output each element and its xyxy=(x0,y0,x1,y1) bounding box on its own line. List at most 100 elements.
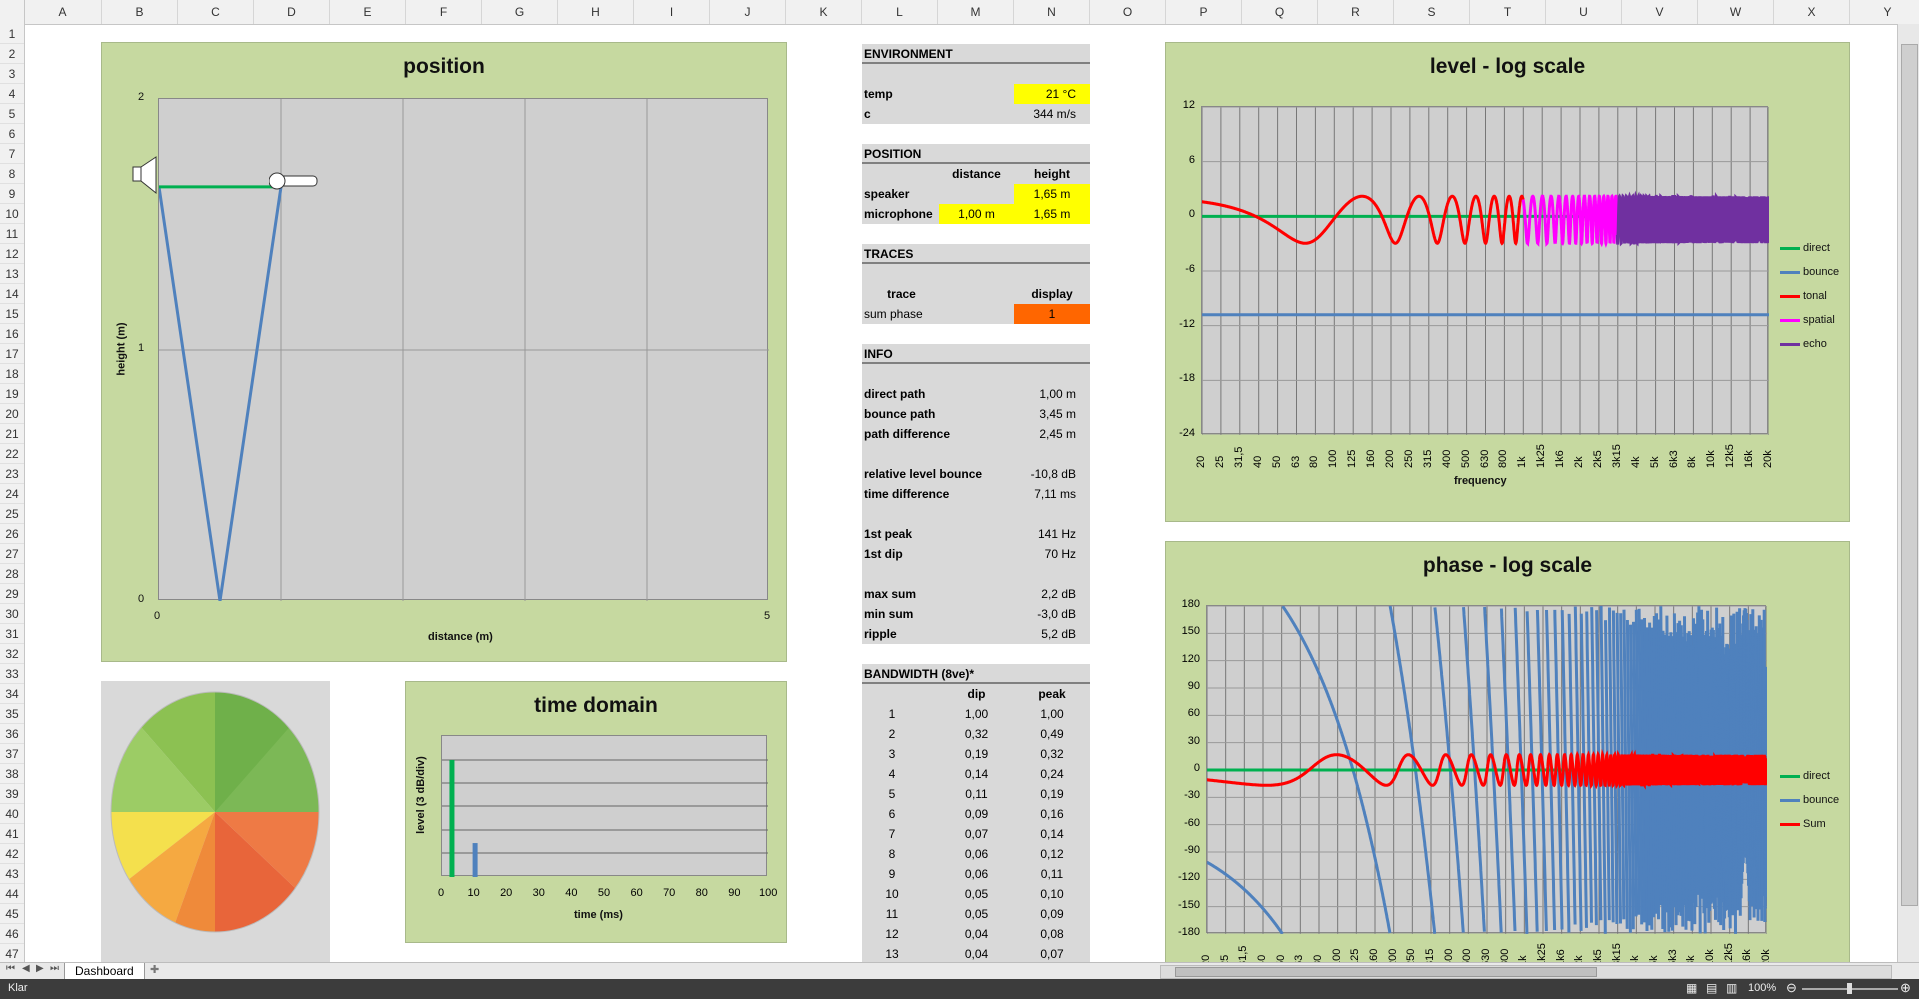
column-header[interactable]: I xyxy=(634,0,710,24)
column-header[interactable]: F xyxy=(406,0,482,24)
column-header[interactable]: W xyxy=(1698,0,1774,24)
column-header[interactable]: K xyxy=(786,0,862,24)
row-header[interactable]: 11 xyxy=(0,224,24,244)
mic-height-input[interactable]: 1,65 m xyxy=(1014,204,1090,224)
prev-sheet-icon[interactable]: ◀ xyxy=(22,963,30,974)
row-header[interactable]: 12 xyxy=(0,244,24,264)
row-header[interactable]: 30 xyxy=(0,604,24,624)
column-header[interactable]: L xyxy=(862,0,938,24)
mic-distance-input[interactable]: 1,00 m xyxy=(939,204,1014,224)
zoom-level[interactable]: 100% xyxy=(1748,982,1776,994)
vertical-scrollbar[interactable] xyxy=(1897,24,1919,962)
row-header[interactable]: 35 xyxy=(0,704,24,724)
column-header[interactable]: E xyxy=(330,0,406,24)
row-header[interactable]: 47 xyxy=(0,944,24,962)
column-header[interactable]: P xyxy=(1166,0,1242,24)
row-header[interactable]: 16 xyxy=(0,324,24,344)
row-header[interactable]: 22 xyxy=(0,444,24,464)
page-layout-icon[interactable]: ▤ xyxy=(1706,981,1717,995)
zoom-slider-thumb[interactable] xyxy=(1847,983,1852,994)
row-header[interactable]: 40 xyxy=(0,804,24,824)
first-sheet-icon[interactable]: ⏮ xyxy=(6,963,15,974)
zoom-slider[interactable] xyxy=(1802,983,1898,994)
column-header[interactable]: A xyxy=(24,0,102,24)
column-header[interactable]: T xyxy=(1470,0,1546,24)
h-scroll-thumb[interactable] xyxy=(1175,967,1597,977)
row-header[interactable]: 38 xyxy=(0,764,24,784)
row-header[interactable]: 21 xyxy=(0,424,24,444)
column-header[interactable]: M xyxy=(938,0,1014,24)
scroll-thumb[interactable] xyxy=(1901,44,1918,906)
info-label: direct path xyxy=(864,387,926,401)
row-header[interactable]: 42 xyxy=(0,844,24,864)
temp-input[interactable]: 21 °C xyxy=(1014,84,1090,104)
time-domain-chart[interactable]: time domain time (ms) level (3 dB/div) 0… xyxy=(405,681,787,943)
horizontal-scrollbar[interactable] xyxy=(1160,965,1892,979)
row-header[interactable]: 36 xyxy=(0,724,24,744)
column-header[interactable]: Q xyxy=(1242,0,1318,24)
row-header[interactable]: 23 xyxy=(0,464,24,484)
row-header[interactable]: 31 xyxy=(0,624,24,644)
row-header[interactable]: 2 xyxy=(0,44,24,64)
row-header[interactable]: 10 xyxy=(0,204,24,224)
display-input[interactable]: 1 xyxy=(1014,304,1090,324)
column-header[interactable]: Y xyxy=(1850,0,1919,24)
column-header[interactable]: S xyxy=(1394,0,1470,24)
row-header[interactable]: 3 xyxy=(0,64,24,84)
row-header[interactable]: 37 xyxy=(0,744,24,764)
column-header[interactable]: O xyxy=(1090,0,1166,24)
speaker-height-input[interactable]: 1,65 m xyxy=(1014,184,1090,204)
row-header[interactable]: 25 xyxy=(0,504,24,524)
column-header[interactable]: U xyxy=(1546,0,1622,24)
row-header[interactable]: 45 xyxy=(0,904,24,924)
row-header[interactable]: 13 xyxy=(0,264,24,284)
row-header[interactable]: 29 xyxy=(0,584,24,604)
phase-chart[interactable]: phase - log scale 180 150 120 90 60 30 0 -30 -60… xyxy=(1165,541,1850,967)
row-header[interactable]: 46 xyxy=(0,924,24,944)
row-header[interactable]: 20 xyxy=(0,404,24,424)
row-header[interactable]: 28 xyxy=(0,564,24,584)
row-header[interactable]: 15 xyxy=(0,304,24,324)
zoom-in-icon[interactable]: ⊕ xyxy=(1900,980,1911,996)
row-header[interactable]: 26 xyxy=(0,524,24,544)
last-sheet-icon[interactable]: ⏭ xyxy=(50,963,59,974)
row-header[interactable]: 14 xyxy=(0,284,24,304)
column-header[interactable]: H xyxy=(558,0,634,24)
new-sheet-icon[interactable]: ✚ xyxy=(150,963,159,976)
select-all-corner[interactable] xyxy=(0,0,25,24)
row-header[interactable]: 44 xyxy=(0,884,24,904)
page-break-icon[interactable]: ▥ xyxy=(1726,981,1737,995)
row-header[interactable]: 8 xyxy=(0,164,24,184)
row-header[interactable]: 41 xyxy=(0,824,24,844)
row-header[interactable]: 27 xyxy=(0,544,24,564)
row-header[interactable]: 6 xyxy=(0,124,24,144)
column-header[interactable]: D xyxy=(254,0,330,24)
column-header[interactable]: R xyxy=(1318,0,1394,24)
normal-view-icon[interactable]: ▦ xyxy=(1686,981,1697,995)
row-header[interactable]: 1 xyxy=(0,24,24,44)
column-header[interactable]: G xyxy=(482,0,558,24)
row-header[interactable]: 4 xyxy=(0,84,24,104)
row-header[interactable]: 43 xyxy=(0,864,24,884)
row-header[interactable]: 19 xyxy=(0,384,24,404)
column-header[interactable]: J xyxy=(710,0,786,24)
column-header[interactable]: V xyxy=(1622,0,1698,24)
column-header[interactable]: B xyxy=(102,0,178,24)
column-header[interactable]: X xyxy=(1774,0,1850,24)
row-header[interactable]: 18 xyxy=(0,364,24,384)
zoom-out-icon[interactable]: ⊖ xyxy=(1786,980,1797,996)
level-chart[interactable]: level - log scale frequency 12 6 0 -6 -12 -18… xyxy=(1165,42,1850,522)
row-header[interactable]: 32 xyxy=(0,644,24,664)
next-sheet-icon[interactable]: ▶ xyxy=(36,963,44,974)
row-header[interactable]: 9 xyxy=(0,184,24,204)
row-header[interactable]: 7 xyxy=(0,144,24,164)
row-header[interactable]: 17 xyxy=(0,344,24,364)
row-header[interactable]: 24 xyxy=(0,484,24,504)
row-header[interactable]: 5 xyxy=(0,104,24,124)
column-header[interactable]: N xyxy=(1014,0,1090,24)
row-header[interactable]: 39 xyxy=(0,784,24,804)
position-chart[interactable]: position 2 1 0 0 5 distance (m) height (… xyxy=(101,42,787,662)
column-header[interactable]: C xyxy=(178,0,254,24)
row-header[interactable]: 34 xyxy=(0,684,24,704)
row-header[interactable]: 33 xyxy=(0,664,24,684)
